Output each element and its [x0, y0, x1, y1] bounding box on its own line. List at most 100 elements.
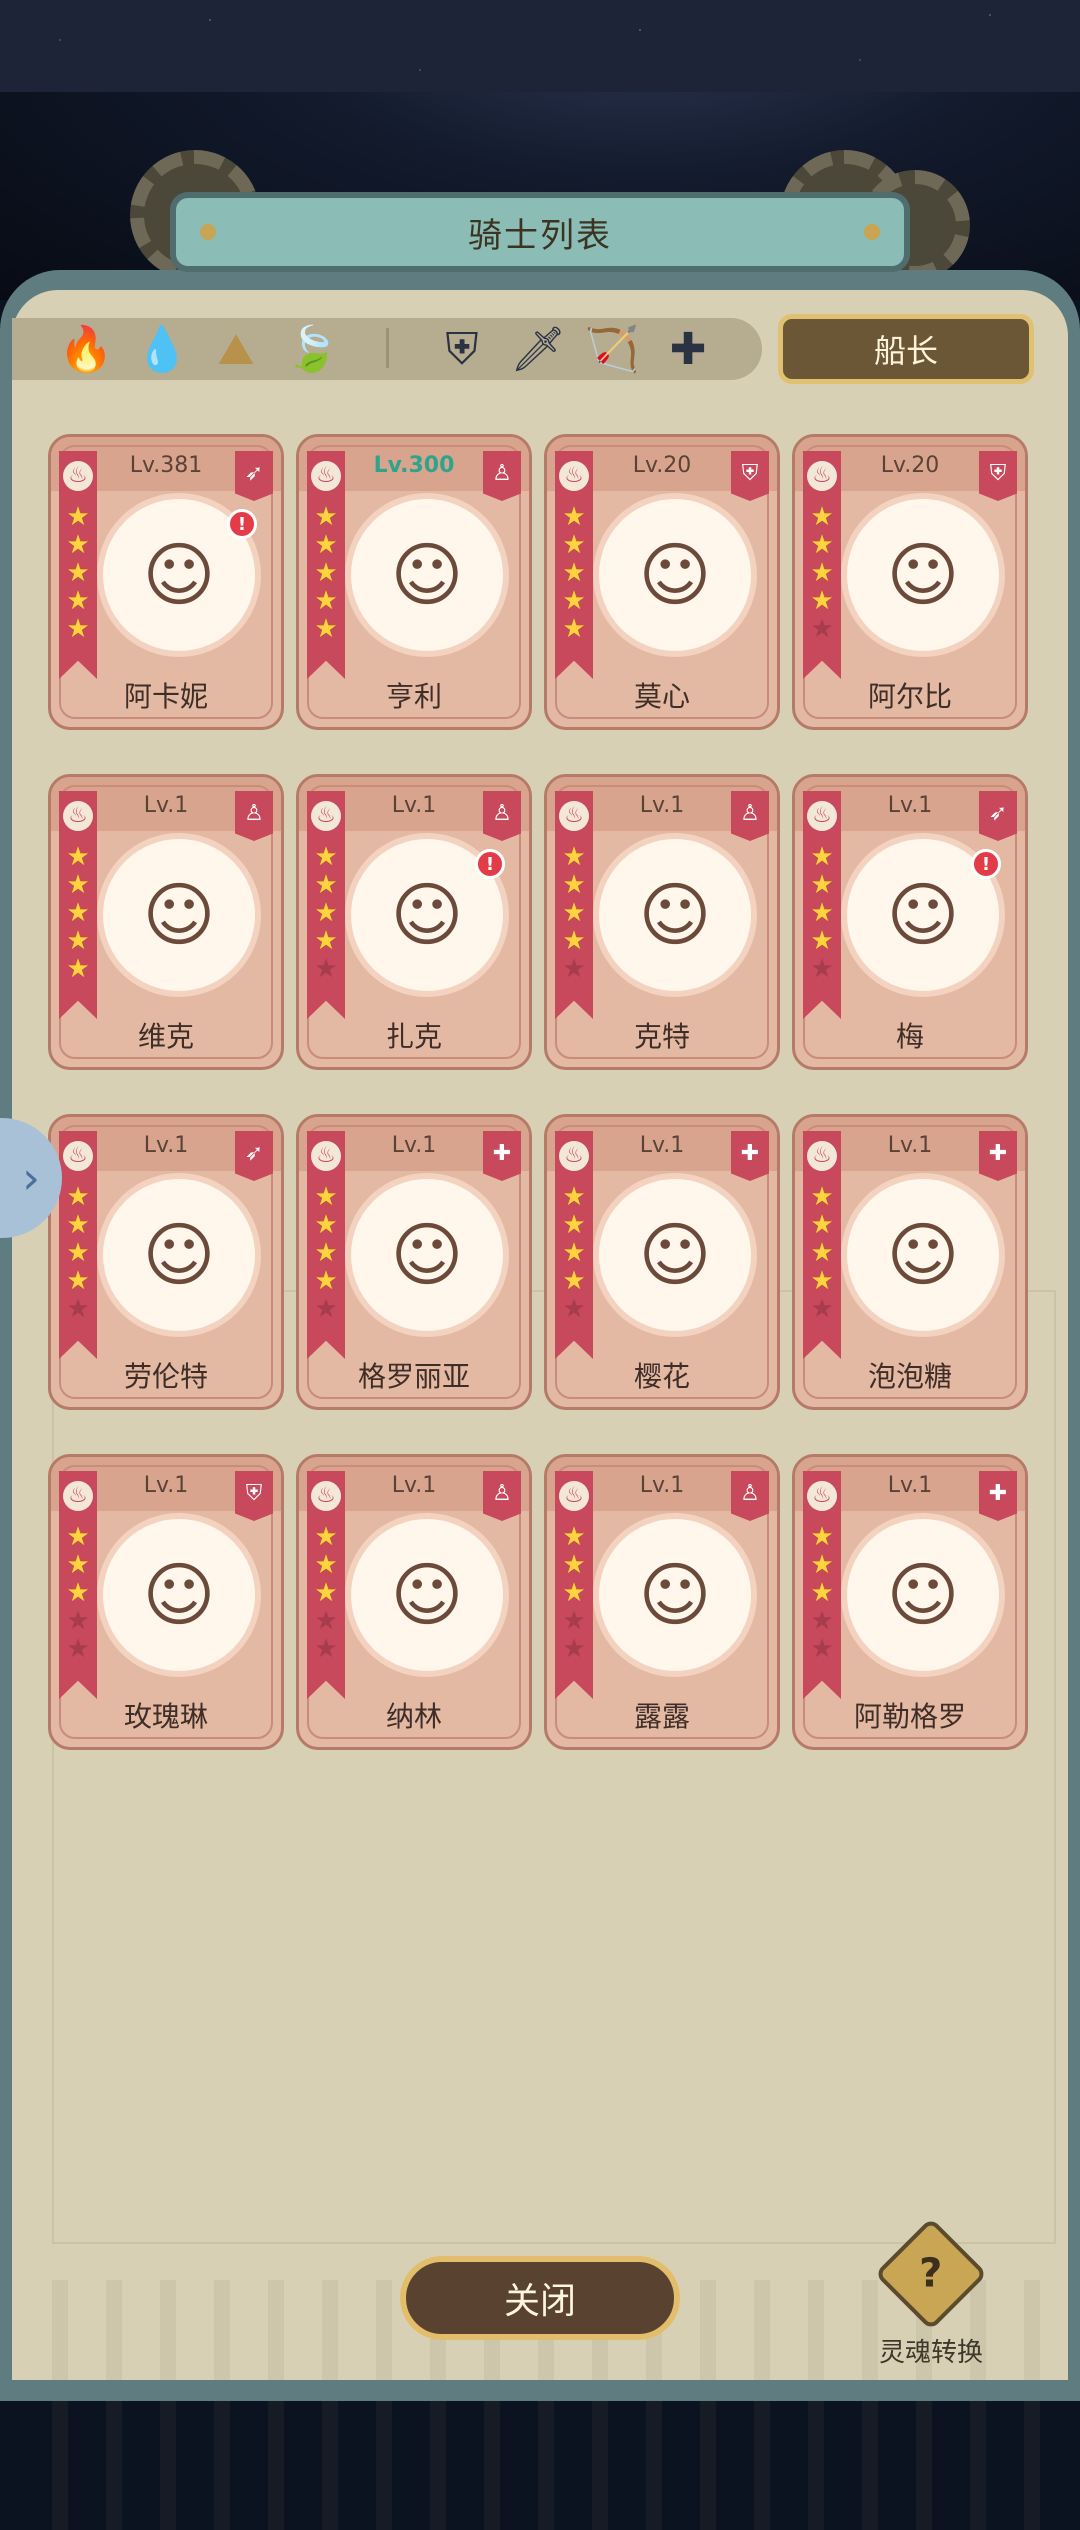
knight-portrait: ☺: [593, 1513, 757, 1677]
star-icon: ★: [562, 530, 586, 560]
portrait-avatar-icon: ☺: [142, 874, 216, 956]
portrait-avatar-icon: ☺: [638, 1554, 712, 1636]
star-rating: ★ ★ ★ ★ ★: [555, 1523, 593, 1663]
star-rating: ★ ★ ★ ★ ★: [59, 1523, 97, 1663]
portrait-avatar-icon: ☺: [142, 534, 216, 616]
knight-card[interactable]: Lv.1 ♨ ★ ★ ★ ★ ★ ⛨ ☺ 玫瑰琳: [48, 1454, 284, 1750]
portrait-avatar-icon: ☺: [886, 874, 960, 956]
star-rating: ★ ★ ★ ★ ★: [803, 843, 841, 983]
star-icon: ★: [314, 1294, 338, 1324]
fire-element-filter-icon[interactable]: 🔥: [58, 322, 114, 378]
close-button[interactable]: 关闭: [400, 2256, 680, 2340]
star-icon: ★: [562, 898, 586, 928]
portrait-avatar-icon: ☺: [886, 534, 960, 616]
star-icon: ★: [314, 1522, 338, 1552]
star-rating: ★ ★ ★ ★ ★: [555, 1183, 593, 1323]
alert-badge-icon: !: [227, 509, 257, 539]
knight-portrait: ☺: [841, 1513, 1005, 1677]
star-icon: ★: [562, 926, 586, 956]
knight-card[interactable]: Lv.1 ♨ ★ ★ ★ ★ ★ ♙ ☺ 维克: [48, 774, 284, 1070]
star-icon: ★: [810, 1294, 834, 1324]
star-rating: ★ ★ ★ ★ ★: [803, 1523, 841, 1663]
sword-icon: ♙: [483, 791, 521, 841]
fire-element-icon: ♨: [559, 801, 589, 831]
portrait-avatar-icon: ☺: [638, 1214, 712, 1296]
knight-card[interactable]: Lv.1 ♨ ★ ★ ★ ★ ★ ✚ ☺ 泡泡糖: [792, 1114, 1028, 1410]
alert-badge-icon: !: [971, 849, 1001, 879]
star-icon: ★: [810, 614, 834, 644]
water-element-filter-icon[interactable]: 💧: [134, 322, 190, 378]
star-icon: ★: [562, 870, 586, 900]
panel-decoration: [52, 1290, 1056, 2244]
portrait-avatar-icon: ☺: [390, 1214, 464, 1296]
fire-element-icon: ♨: [311, 461, 341, 491]
star-icon: ★: [314, 1182, 338, 1212]
star-icon: ★: [562, 502, 586, 532]
knight-portrait: ☺: [345, 1513, 509, 1677]
knight-card[interactable]: Lv.1 ♨ ★ ★ ★ ★ ★ ✚ ☺ 樱花: [544, 1114, 780, 1410]
star-icon: ★: [810, 1266, 834, 1296]
title-banner: 骑士列表: [170, 192, 910, 272]
knight-portrait: ☺: [345, 493, 509, 657]
star-icon: ★: [810, 1550, 834, 1580]
knight-card[interactable]: Lv.1 ♨ ★ ★ ★ ★ ★ ♙ ☺ 克特: [544, 774, 780, 1070]
knight-card[interactable]: Lv.1 ♨ ★ ★ ★ ★ ★ ♙ ☺ 露露: [544, 1454, 780, 1750]
star-icon: ★: [314, 1266, 338, 1296]
knight-card[interactable]: Lv.1 ♨ ★ ★ ★ ★ ★ ✚ ☺ 阿勒格罗: [792, 1454, 1028, 1750]
star-icon: ★: [66, 1606, 90, 1636]
star-icon: ★: [66, 1182, 90, 1212]
knight-card[interactable]: Lv.381 ♨ ★ ★ ★ ★ ★ ➶ ☺! 阿卡妮: [48, 434, 284, 730]
bow-class-filter-icon[interactable]: 🏹: [584, 322, 640, 378]
portrait-avatar-icon: ☺: [390, 534, 464, 616]
star-icon: ★: [314, 1550, 338, 1580]
portrait-avatar-icon: ☺: [638, 874, 712, 956]
knight-portrait: ☺: [841, 493, 1005, 657]
knight-card[interactable]: Lv.1 ♨ ★ ★ ★ ★ ★ ♙ ☺ 纳林: [296, 1454, 532, 1750]
shield-class-filter-icon[interactable]: ⛨: [434, 322, 490, 378]
star-icon: ★: [810, 1634, 834, 1664]
support-icon: ✚: [731, 1131, 769, 1181]
sword-icon: ♙: [483, 1471, 521, 1521]
support-icon: ✚: [979, 1471, 1017, 1521]
star-rating: ★ ★ ★ ★ ★: [59, 503, 97, 643]
star-icon: ★: [314, 586, 338, 616]
star-icon: ★: [810, 954, 834, 984]
knight-card[interactable]: Lv.300 ♨ ★ ★ ★ ★ ★ ♙ ☺ 亨利: [296, 434, 532, 730]
knight-portrait: ☺: [593, 1173, 757, 1337]
knight-portrait: ☺: [841, 1173, 1005, 1337]
knight-name: 纳林: [385, 1700, 442, 1733]
support-class-filter-icon[interactable]: ✚: [660, 322, 716, 378]
earth-element-filter-icon[interactable]: ⛰: [208, 322, 264, 378]
knight-name: 樱花: [633, 1360, 690, 1393]
star-icon: ★: [562, 842, 586, 872]
sword-icon: ♙: [483, 451, 521, 501]
support-icon: ✚: [979, 1131, 1017, 1181]
star-icon: ★: [562, 1182, 586, 1212]
portrait-avatar-icon: ☺: [390, 1554, 464, 1636]
star-icon: ★: [562, 558, 586, 588]
captain-button[interactable]: 船长: [778, 314, 1034, 384]
knight-card[interactable]: Lv.20 ♨ ★ ★ ★ ★ ★ ⛨ ☺ 阿尔比: [792, 434, 1028, 730]
fire-element-icon: ♨: [807, 1141, 837, 1171]
fire-element-icon: ♨: [63, 1481, 93, 1511]
star-icon: ★: [562, 1522, 586, 1552]
knight-card[interactable]: Lv.20 ♨ ★ ★ ★ ★ ★ ⛨ ☺ 莫心: [544, 434, 780, 730]
sword-class-filter-icon[interactable]: 🗡: [510, 322, 566, 378]
portrait-avatar-icon: ☺: [886, 1214, 960, 1296]
knight-name: 莫心: [633, 680, 690, 713]
star-icon: ★: [810, 842, 834, 872]
soul-transfer-button[interactable]: ? 灵魂转换: [866, 2217, 996, 2368]
knight-card[interactable]: Lv.1 ♨ ★ ★ ★ ★ ★ ✚ ☺ 格罗丽亚: [296, 1114, 532, 1410]
knight-card[interactable]: Lv.1 ♨ ★ ★ ★ ★ ★ ➶ ☺! 梅: [792, 774, 1028, 1070]
star-icon: ★: [66, 1210, 90, 1240]
shield-icon: ⛨: [979, 451, 1017, 501]
star-icon: ★: [314, 558, 338, 588]
fire-element-icon: ♨: [311, 1481, 341, 1511]
fire-element-icon: ♨: [807, 461, 837, 491]
knight-card[interactable]: Lv.1 ♨ ★ ★ ★ ★ ★ ➶ ☺ 劳伦特: [48, 1114, 284, 1410]
knight-name: 玫瑰琳: [123, 1700, 208, 1733]
knight-card[interactable]: Lv.1 ♨ ★ ★ ★ ★ ★ ♙ ☺! 扎克: [296, 774, 532, 1070]
star-icon: ★: [562, 1634, 586, 1664]
knight-name: 亨利: [385, 680, 442, 713]
wind-element-filter-icon[interactable]: 🍃: [284, 322, 340, 378]
